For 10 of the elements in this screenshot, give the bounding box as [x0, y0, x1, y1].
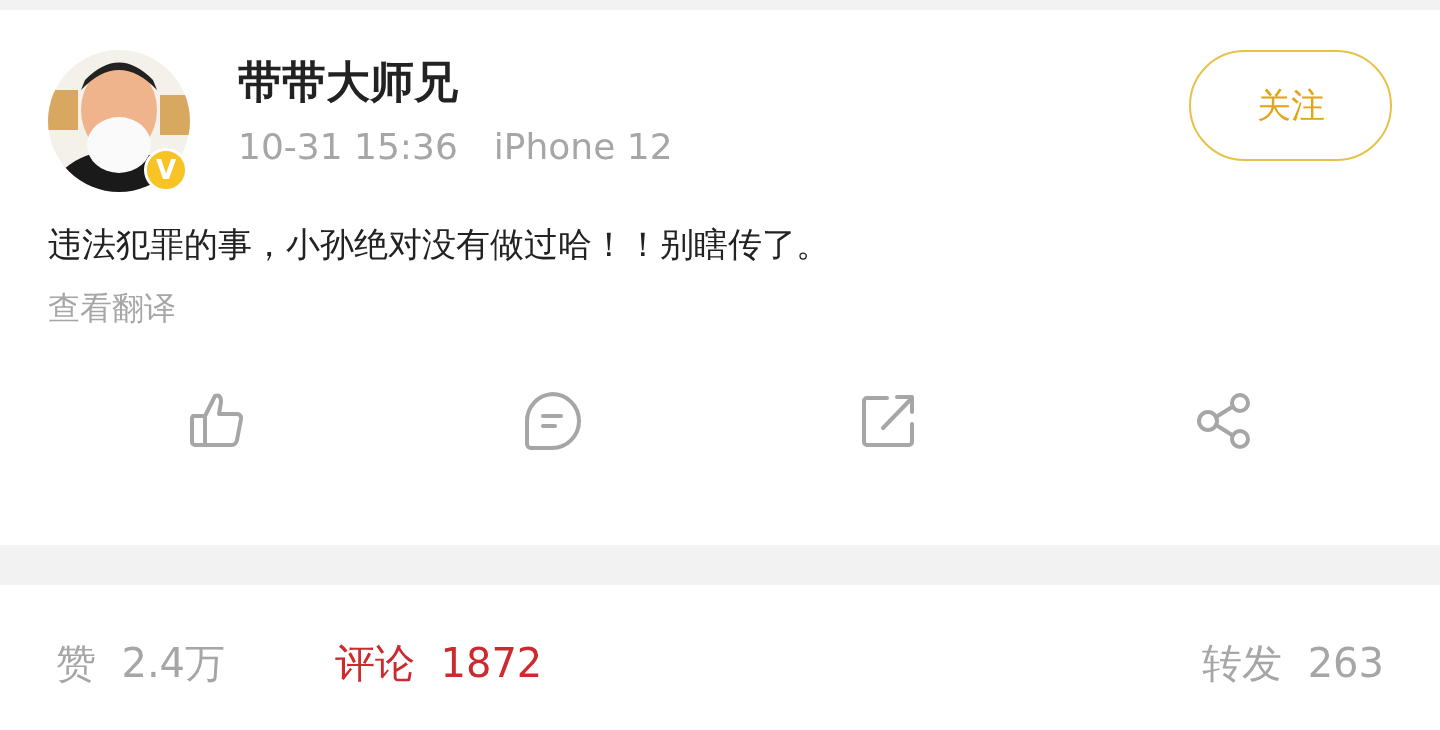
stats-tab[interactable]: 评论 1872 — [335, 633, 543, 693]
post-time: 10-31 15:36 — [238, 124, 458, 168]
author-name[interactable]: 带带大师兄 — [238, 56, 1189, 109]
device-label: iPhone 12 — [493, 124, 673, 168]
stats-tab[interactable]: 赞 2.4万 — [56, 633, 226, 693]
follow-button[interactable]: 关注 — [1189, 50, 1392, 161]
translate-link[interactable]: 查看翻译 — [48, 289, 176, 328]
verified-badge: V — [144, 148, 188, 192]
stats-tab[interactable]: 转发 263 — [1202, 633, 1384, 693]
post-text: 违法犯罪的事，小孙绝对没有做过哈！！别瞎传了。 — [48, 223, 831, 266]
